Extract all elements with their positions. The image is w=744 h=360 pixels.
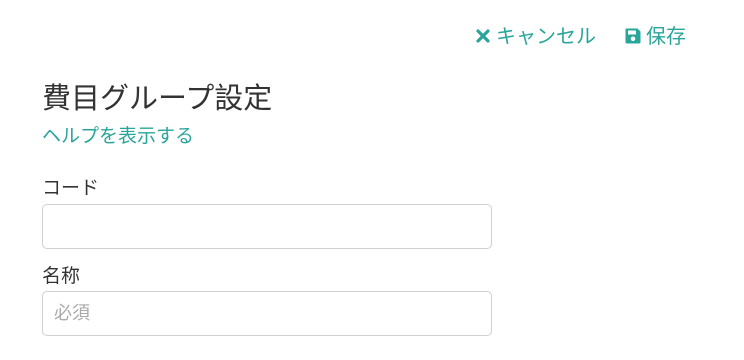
save-button-label: 保存 bbox=[646, 24, 686, 48]
toolbar: キャンセル 保存 bbox=[474, 22, 686, 50]
code-input[interactable] bbox=[42, 204, 492, 249]
cancel-button[interactable]: キャンセル bbox=[474, 22, 596, 50]
floppy-disk-icon bbox=[624, 27, 642, 45]
help-link[interactable]: ヘルプを表示する bbox=[42, 122, 194, 150]
page-title: 費目グループ設定 bbox=[42, 81, 273, 115]
close-icon bbox=[474, 27, 492, 45]
code-field-label: コード bbox=[42, 177, 100, 199]
name-input[interactable] bbox=[42, 291, 492, 336]
settings-page: キャンセル 保存 費目グループ設定 ヘルプを表示する コード 名称 bbox=[0, 0, 744, 360]
name-field-label: 名称 bbox=[42, 265, 81, 287]
save-button[interactable]: 保存 bbox=[624, 22, 686, 50]
cancel-button-label: キャンセル bbox=[496, 24, 596, 48]
